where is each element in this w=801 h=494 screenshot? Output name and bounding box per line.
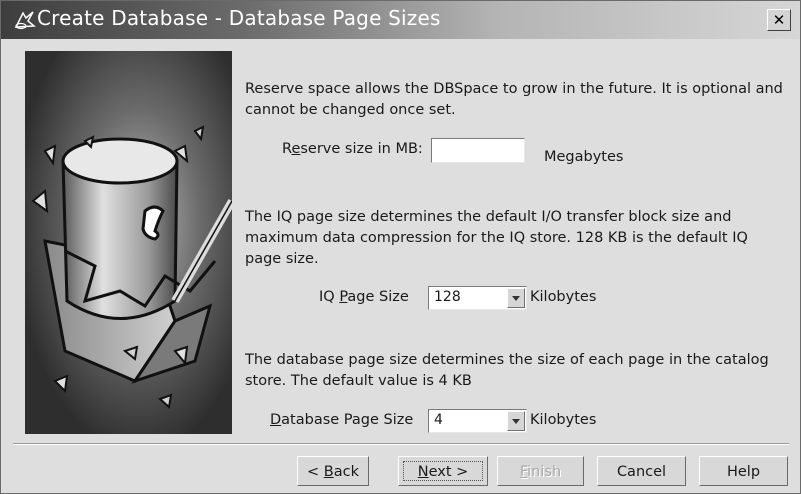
iq-page-size-select[interactable]: 128 — [428, 286, 527, 310]
help-button[interactable]: Help — [699, 456, 788, 486]
iq-page-description: The IQ page size determines the default … — [245, 209, 748, 267]
database-wizard-icon — [14, 11, 36, 30]
db-page-unit-label: Kilobytes — [530, 412, 597, 428]
db-page-size-value: 4 — [434, 412, 443, 428]
reserve-description: Reserve space allows the DBSpace to grow… — [245, 81, 783, 118]
database-illustration — [25, 51, 232, 434]
reserve-size-label: Reserve size in MB: — [282, 141, 423, 157]
iq-page-size-label: IQ Page Size — [319, 289, 409, 305]
title-bar[interactable]: Create Database - Database Page Sizes ✕ — [1, 1, 800, 39]
iq-page-unit-label: Kilobytes — [530, 289, 597, 305]
window-title: Create Database - Database Page Sizes — [37, 6, 441, 30]
db-page-size-select[interactable]: 4 — [428, 409, 527, 433]
iq-page-size-value: 128 — [434, 289, 461, 305]
db-page-size-label: Database Page Size — [270, 412, 414, 428]
close-button[interactable]: ✕ — [767, 9, 791, 31]
reserve-unit-label: Megabytes — [544, 149, 624, 165]
reserve-size-input[interactable] — [431, 138, 525, 163]
close-icon: ✕ — [772, 11, 786, 29]
next-button[interactable]: Next > — [398, 456, 488, 486]
finish-button[interactable]: Finish — [497, 456, 584, 486]
dropdown-arrow-icon[interactable] — [507, 288, 525, 308]
back-button[interactable]: < Back — [297, 456, 369, 486]
button-separator — [13, 443, 789, 445]
cancel-button[interactable]: Cancel — [597, 456, 686, 486]
dropdown-arrow-icon[interactable] — [507, 411, 525, 431]
create-database-dialog: Create Database - Database Page Sizes ✕ — [0, 0, 801, 494]
db-page-description: The database page size determines the si… — [245, 352, 769, 389]
